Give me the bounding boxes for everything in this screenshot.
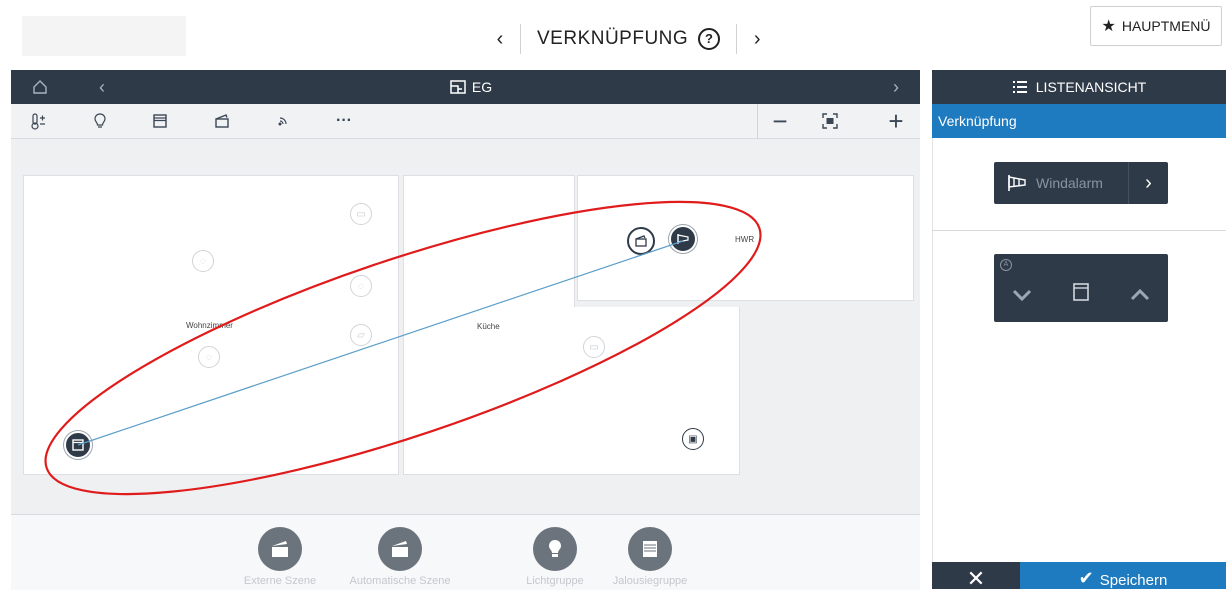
- list-view-label: LISTENANSICHT: [1035, 79, 1147, 95]
- next-arrow-icon[interactable]: ›: [737, 28, 777, 51]
- lightbulb-icon[interactable]: [81, 104, 119, 138]
- windalarm-card[interactable]: Windalarm ›: [994, 162, 1168, 204]
- device-icon[interactable]: ◌: [350, 275, 372, 297]
- blind-stop-button[interactable]: [1061, 280, 1101, 310]
- bottom-item-label: Jalousiegruppe: [612, 575, 688, 587]
- device-filter-toolbar: ··· − +: [11, 104, 920, 139]
- thermometer-icon[interactable]: [19, 104, 57, 138]
- back-arrow-icon[interactable]: ‹: [83, 70, 121, 104]
- top-navigation: ‹ VERKNÜPFUNG ? ›: [480, 22, 777, 56]
- save-button[interactable]: ✔ Speichern: [1020, 562, 1226, 589]
- blind-down-button[interactable]: [1002, 280, 1042, 310]
- zoom-in-icon[interactable]: +: [877, 104, 915, 138]
- external-scene-item[interactable]: Externe Szene: [225, 527, 335, 587]
- automatic-badge: A: [1000, 259, 1012, 271]
- group-bar: Externe Szene Automatische Szene Lichtgr…: [11, 514, 920, 590]
- page-title: VERKNÜPFUNG ?: [521, 28, 736, 50]
- blind-group-item[interactable]: Jalousiegruppe: [595, 527, 705, 587]
- blind-icon[interactable]: [141, 104, 179, 138]
- bottom-item-label: Externe Szene: [243, 575, 317, 587]
- windalarm-label: Windalarm: [1036, 175, 1103, 191]
- blind-device-icon[interactable]: ▭: [350, 203, 372, 225]
- scene-clapper-device-icon[interactable]: [627, 227, 655, 255]
- room-kueche[interactable]: [403, 307, 740, 475]
- panel-subheader: Verknüpfung: [932, 104, 1226, 138]
- bottom-item-label: Lichtgruppe: [526, 575, 584, 587]
- blind-device-icon[interactable]: ▭: [583, 336, 605, 358]
- close-icon: ✕: [966, 566, 986, 591]
- clapper-icon: [258, 527, 302, 571]
- blind-actuator-icon[interactable]: [64, 431, 92, 459]
- windsock-icon: [1008, 175, 1026, 191]
- windsock-icon[interactable]: [669, 225, 697, 253]
- light-group-item[interactable]: Lichtgruppe: [500, 527, 610, 587]
- fit-to-screen-icon[interactable]: [811, 104, 849, 138]
- lightbulb-icon: [533, 527, 577, 571]
- previous-arrow-icon[interactable]: ‹: [480, 28, 520, 51]
- logo: [22, 16, 186, 56]
- clapper-icon: [378, 527, 422, 571]
- scene-device-icon[interactable]: ▱: [350, 324, 372, 346]
- room-label-kueche: Küche: [477, 322, 500, 331]
- floor-title[interactable]: EG: [391, 70, 551, 104]
- lightbulb-device-icon[interactable]: ◌: [198, 346, 220, 368]
- main-menu-label: HAUPTMENÜ: [1121, 18, 1211, 34]
- blind-device-icon[interactable]: ▣: [682, 428, 704, 450]
- page-title-text: VERKNÜPFUNG: [537, 28, 689, 49]
- main-menu-button[interactable]: ★ HAUPTMENÜ: [1090, 6, 1222, 46]
- cancel-button[interactable]: ✕: [932, 562, 1020, 591]
- lightbulb-device-icon[interactable]: ◌: [192, 250, 214, 272]
- room-label-wohnzimmer: Wohnzimmer: [186, 321, 233, 330]
- windalarm-label-group: Windalarm: [1006, 162, 1103, 204]
- checkmark-icon: ✔: [1078, 568, 1094, 588]
- sensor-icon[interactable]: [265, 104, 303, 138]
- home-icon[interactable]: [21, 70, 59, 104]
- blind-icon: [628, 527, 672, 571]
- list-icon: [1012, 81, 1027, 93]
- room-label-hwr: HWR: [735, 235, 755, 244]
- blind-control-card: A: [994, 254, 1168, 322]
- automatic-scene-item[interactable]: Automatische Szene: [345, 527, 455, 587]
- floor-plan-canvas[interactable]: Wohnzimmer Küche HWR ▭ ◌ ◌ ▱ ◌ ▭ ▣: [11, 139, 920, 514]
- chevron-right-icon[interactable]: ›: [1128, 162, 1168, 204]
- list-view-header[interactable]: LISTENANSICHT: [932, 70, 1226, 104]
- floor-header: ‹ EG ›: [11, 70, 920, 104]
- help-icon[interactable]: ?: [698, 28, 721, 50]
- forward-arrow-icon[interactable]: ›: [877, 70, 915, 104]
- blind-up-button[interactable]: [1120, 280, 1160, 310]
- scene-clapper-icon[interactable]: [203, 104, 241, 138]
- bottom-item-label: Automatische Szene: [349, 575, 451, 587]
- more-icon[interactable]: ···: [325, 104, 363, 138]
- save-label: Speichern: [1099, 572, 1168, 589]
- floorplan-icon: [450, 80, 466, 94]
- star-icon: ★: [1101, 18, 1116, 35]
- divider: [757, 104, 758, 138]
- zoom-out-icon[interactable]: −: [761, 104, 799, 138]
- divider: [932, 230, 1226, 231]
- floor-title-text: EG: [471, 79, 493, 95]
